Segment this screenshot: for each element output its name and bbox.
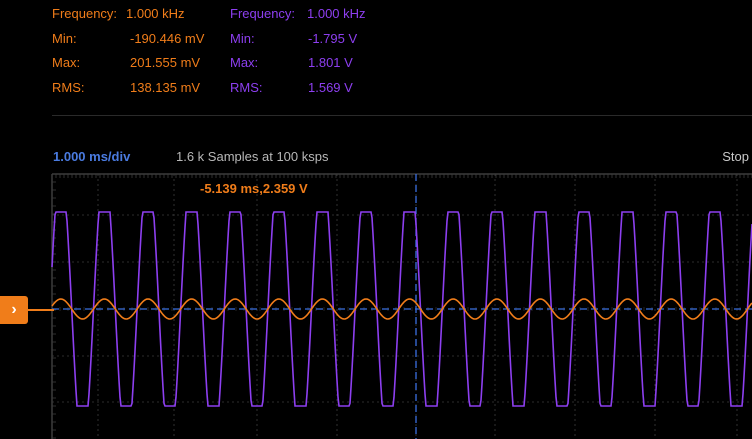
cursor-readout: -5.139 ms,2.359 V: [200, 181, 308, 196]
ch1-offset-line: [28, 309, 54, 311]
scope-plot[interactable]: [0, 0, 752, 439]
ch1-offset-marker[interactable]: ›: [0, 296, 28, 324]
chevron-right-icon: ›: [11, 301, 17, 318]
